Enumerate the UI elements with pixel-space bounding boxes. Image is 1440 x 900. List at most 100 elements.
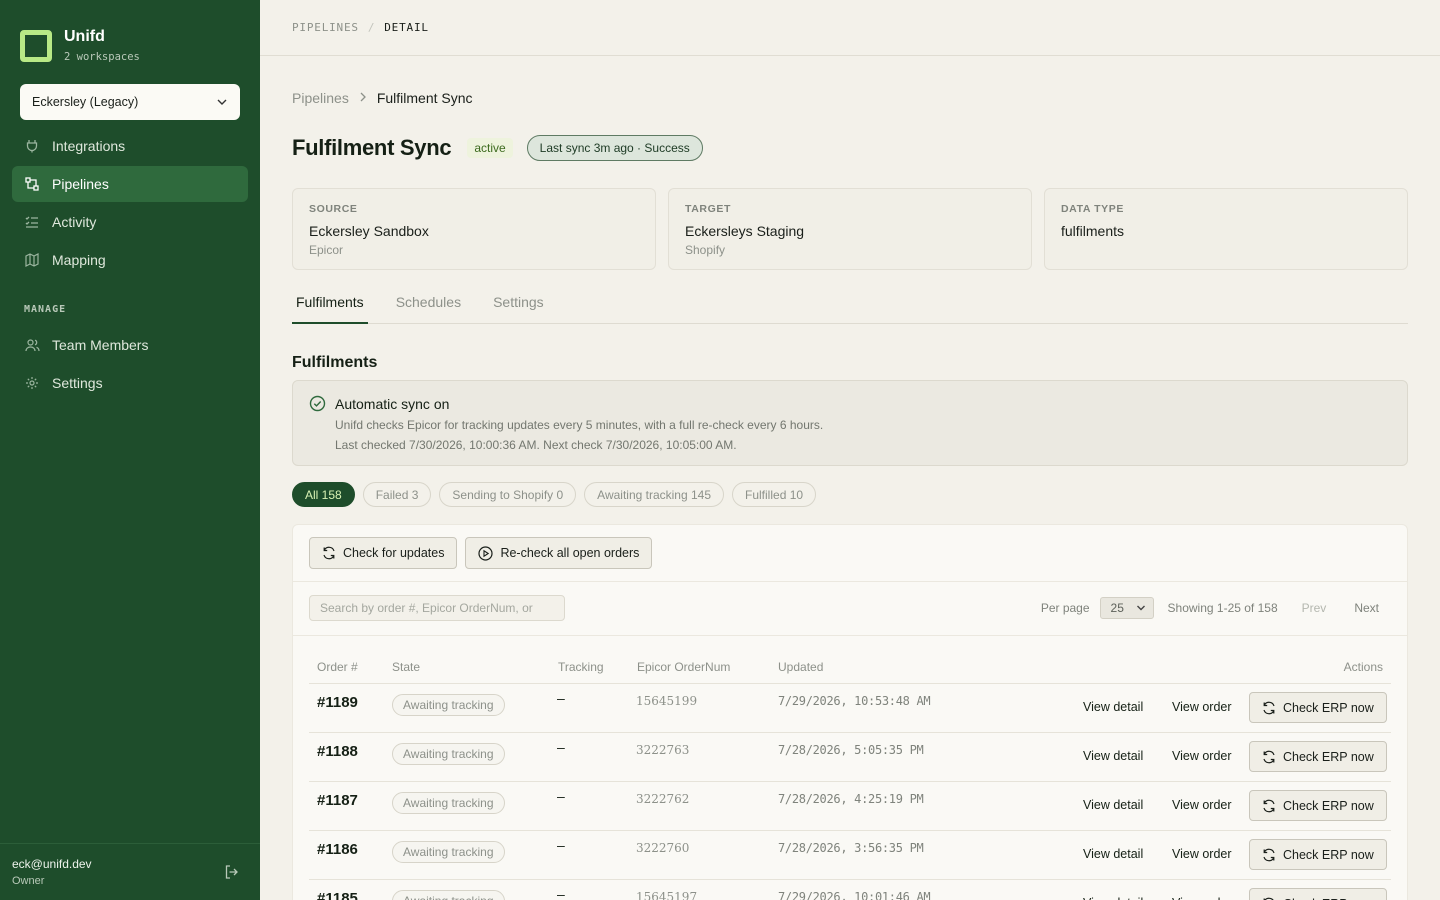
order-number[interactable]: #1188	[317, 743, 358, 760]
chevron-right-icon	[359, 91, 367, 105]
column-header: Actions	[1343, 660, 1383, 674]
topbar-parent[interactable]: PIPELINES	[292, 21, 359, 34]
view-detail-link[interactable]: View detail	[1083, 700, 1143, 714]
per-page-select[interactable]: 25	[1099, 597, 1154, 619]
sidebar-item-activity[interactable]: Activity	[12, 204, 248, 240]
sidebar-item-label: Team Members	[52, 337, 149, 353]
view-detail-link[interactable]: View detail	[1083, 798, 1143, 812]
view-order-link[interactable]: View order	[1172, 700, 1232, 714]
target-card: TARGET Eckersleys Staging Shopify	[668, 188, 1032, 270]
check-erp-button[interactable]: Check ERP now	[1249, 888, 1387, 900]
tab-bar: Fulfilments Schedules Settings	[292, 294, 1408, 324]
view-detail-link[interactable]: View detail	[1083, 896, 1143, 900]
view-order-link[interactable]: View order	[1172, 896, 1232, 900]
tab-fulfilments[interactable]: Fulfilments	[292, 294, 368, 324]
updated-timestamp: 7/28/2026, 3:56:35 PM	[778, 841, 924, 855]
breadcrumb-current: Fulfilment Sync	[376, 90, 473, 106]
check-circle-icon	[309, 395, 326, 417]
order-number[interactable]: #1186	[317, 841, 358, 858]
status-badge: active	[467, 138, 513, 158]
check-erp-button[interactable]: Check ERP now	[1249, 839, 1387, 870]
state-badge: Awaiting tracking	[392, 743, 505, 765]
updated-timestamp: 7/28/2026, 4:25:19 PM	[778, 792, 924, 806]
card-value: Eckersleys Staging	[685, 223, 805, 239]
filter-fulfilled[interactable]: Fulfilled 10	[732, 482, 817, 507]
sidebar-item-mapping[interactable]: Mapping	[12, 242, 248, 278]
sidebar-item-label: Integrations	[52, 138, 126, 154]
per-page-label: Per page	[1040, 601, 1090, 615]
state-filter-chips: All 158 Failed 3 Sending to Shopify 0 Aw…	[292, 482, 817, 507]
button-label: Re-check all open orders	[500, 546, 640, 560]
map-icon	[24, 252, 40, 268]
breadcrumb-pipelines-link[interactable]: Pipelines	[292, 90, 349, 106]
check-erp-button[interactable]: Check ERP now	[1249, 741, 1387, 772]
sidebar-item-label: Pipelines	[52, 176, 109, 192]
sidebar-item-pipelines[interactable]: Pipelines	[12, 166, 248, 202]
tab-settings[interactable]: Settings	[489, 294, 548, 324]
app-name: Unifd	[64, 28, 105, 45]
search-input[interactable]	[309, 595, 565, 621]
tracking-value: –	[557, 788, 565, 804]
chevron-down-icon	[217, 99, 227, 105]
check-erp-button[interactable]: Check ERP now	[1249, 790, 1387, 821]
fulfilments-table: Order # State Tracking Epicor OrderNum U…	[309, 653, 1391, 900]
card-label: DATA TYPE	[1061, 203, 1124, 215]
recheck-all-button[interactable]: Re-check all open orders	[465, 537, 653, 569]
filter-failed[interactable]: Failed 3	[362, 482, 432, 507]
column-header: Updated	[778, 660, 824, 674]
order-number[interactable]: #1185	[317, 890, 358, 900]
section-title: Fulfilments	[292, 354, 378, 371]
epicor-ordernum: 3222763	[636, 743, 690, 757]
prev-page-button[interactable]: Prev	[1302, 601, 1327, 615]
view-order-link[interactable]: View order	[1172, 798, 1232, 812]
state-badge: Awaiting tracking	[392, 694, 505, 716]
bulk-actions: Check for updates Re-check all open orde…	[309, 537, 653, 569]
workspace-select[interactable]: Eckersley (Legacy)	[20, 84, 240, 120]
title-row: Fulfilment Sync active Last sync 3m ago …	[292, 135, 703, 161]
card-label: SOURCE	[309, 203, 358, 215]
logout-icon[interactable]	[224, 864, 240, 885]
manage-nav: Team Members Settings	[12, 327, 248, 403]
brand: Unifd 2 workspaces	[20, 28, 140, 63]
check-erp-button[interactable]: Check ERP now	[1249, 692, 1387, 723]
card-sub: Shopify	[685, 243, 726, 257]
pipeline-icon	[24, 176, 40, 192]
source-card: SOURCE Eckersley Sandbox Epicor	[292, 188, 656, 270]
next-page-button[interactable]: Next	[1354, 601, 1379, 615]
filter-sending[interactable]: Sending to Shopify 0	[439, 482, 577, 507]
topbar-separator: /	[367, 21, 376, 34]
filter-awaiting[interactable]: Awaiting tracking 145	[584, 482, 725, 507]
order-number[interactable]: #1187	[317, 792, 358, 809]
refresh-icon	[1262, 701, 1276, 715]
divider	[293, 635, 1407, 636]
sidebar-item-integrations[interactable]: Integrations	[12, 128, 248, 164]
state-badge: Awaiting tracking	[392, 890, 505, 900]
sidebar-item-label: Mapping	[52, 252, 106, 268]
updated-timestamp: 7/28/2026, 5:05:35 PM	[778, 743, 924, 757]
showing-range: Showing 1-25 of 158	[1167, 601, 1278, 615]
column-header: State	[392, 660, 421, 674]
sidebar-item-team-members[interactable]: Team Members	[12, 327, 248, 363]
filter-all[interactable]: All 158	[292, 482, 355, 507]
pipeline-info-cards: SOURCE Eckersley Sandbox Epicor TARGET E…	[292, 188, 1408, 270]
top-breadcrumb: PIPELINES / DETAIL	[260, 0, 1440, 56]
auto-sync-notice: Automatic sync on Unifd checks Epicor fo…	[292, 380, 1408, 466]
view-detail-link[interactable]: View detail	[1083, 847, 1143, 861]
button-label: Check ERP now	[1283, 847, 1374, 862]
check-for-updates-button[interactable]: Check for updates	[309, 537, 458, 569]
view-detail-link[interactable]: View detail	[1083, 749, 1143, 763]
card-sub: Epicor	[309, 243, 344, 257]
pagination: Per page 25 Showing 1-25 of 158 Prev Nex…	[1041, 597, 1379, 619]
auto-sync-schedule: Last checked 7/30/2026, 10:00:36 AM. Nex…	[335, 438, 737, 452]
sidebar-item-settings[interactable]: Settings	[12, 365, 248, 401]
main-nav: Integrations Pipelines Activity Mapping	[12, 128, 248, 280]
view-order-link[interactable]: View order	[1172, 847, 1232, 861]
state-badge: Awaiting tracking	[392, 792, 505, 814]
view-order-link[interactable]: View order	[1172, 749, 1232, 763]
order-number[interactable]: #1189	[317, 694, 358, 711]
table-header: Order # State Tracking Epicor OrderNum U…	[309, 653, 1391, 684]
refresh-icon	[1262, 799, 1276, 813]
card-value: fulfilments	[1061, 223, 1125, 239]
updated-timestamp: 7/29/2026, 10:53:48 AM	[778, 694, 931, 708]
tab-schedules[interactable]: Schedules	[392, 294, 465, 324]
